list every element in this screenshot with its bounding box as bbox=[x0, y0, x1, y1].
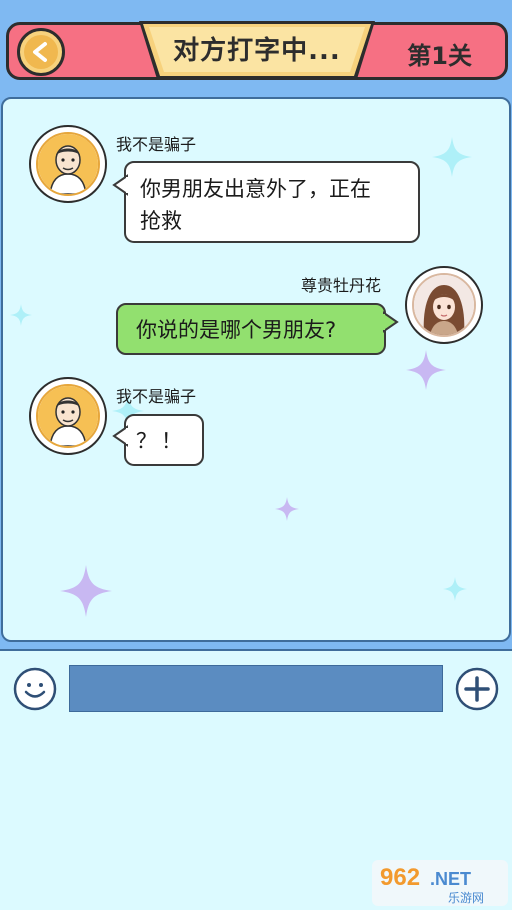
message-bubble: ？！ bbox=[124, 414, 204, 466]
plus-button[interactable] bbox=[455, 667, 499, 711]
bubble-tail bbox=[112, 425, 128, 447]
back-button[interactable] bbox=[17, 28, 65, 76]
emoji-button[interactable] bbox=[13, 667, 57, 711]
scammer-portrait-icon bbox=[36, 384, 100, 448]
sparkle-icon bbox=[443, 577, 467, 601]
sparkle-icon bbox=[10, 304, 32, 326]
sparkle-icon bbox=[60, 565, 112, 617]
message-bubble: 你说的是哪个男朋友? bbox=[116, 303, 386, 355]
svg-text:962: 962 bbox=[380, 864, 420, 891]
scammer-portrait-icon bbox=[36, 132, 100, 196]
sender-name: 尊贵牡丹花 bbox=[301, 276, 382, 295]
plus-icon bbox=[455, 667, 499, 711]
bubble-tail bbox=[112, 174, 128, 196]
message-line: ？！ bbox=[136, 429, 186, 453]
smiley-icon bbox=[13, 667, 57, 711]
bubble-tail bbox=[383, 311, 399, 333]
sender-name: 我不是骗子 bbox=[116, 135, 197, 154]
message-line: 你男朋友出意外了，正在 bbox=[140, 177, 371, 201]
sparkle-icon bbox=[275, 497, 299, 521]
message-line: 你说的是哪个男朋友? bbox=[136, 318, 337, 342]
player-portrait-icon bbox=[412, 273, 476, 337]
watermark-logo: 962 .NET 乐游网 bbox=[372, 860, 508, 906]
message-input[interactable] bbox=[69, 665, 443, 712]
svg-text:乐游网: 乐游网 bbox=[448, 891, 484, 905]
page-title: 对方打字中... bbox=[173, 36, 341, 66]
sparkle-icon bbox=[432, 137, 472, 177]
svg-text:.NET: .NET bbox=[430, 869, 471, 889]
avatar-scammer[interactable] bbox=[29, 377, 107, 455]
avatar-scammer[interactable] bbox=[29, 125, 107, 203]
message-bubble: 你男朋友出意外了，正在 抢救 bbox=[124, 161, 420, 243]
avatar-player[interactable] bbox=[405, 266, 483, 344]
back-arrow-icon bbox=[24, 35, 58, 69]
message-line: 抢救 bbox=[140, 209, 182, 233]
sender-name: 我不是骗子 bbox=[116, 387, 197, 406]
level-label: 第1关 bbox=[407, 42, 472, 70]
sparkle-icon bbox=[406, 350, 446, 390]
